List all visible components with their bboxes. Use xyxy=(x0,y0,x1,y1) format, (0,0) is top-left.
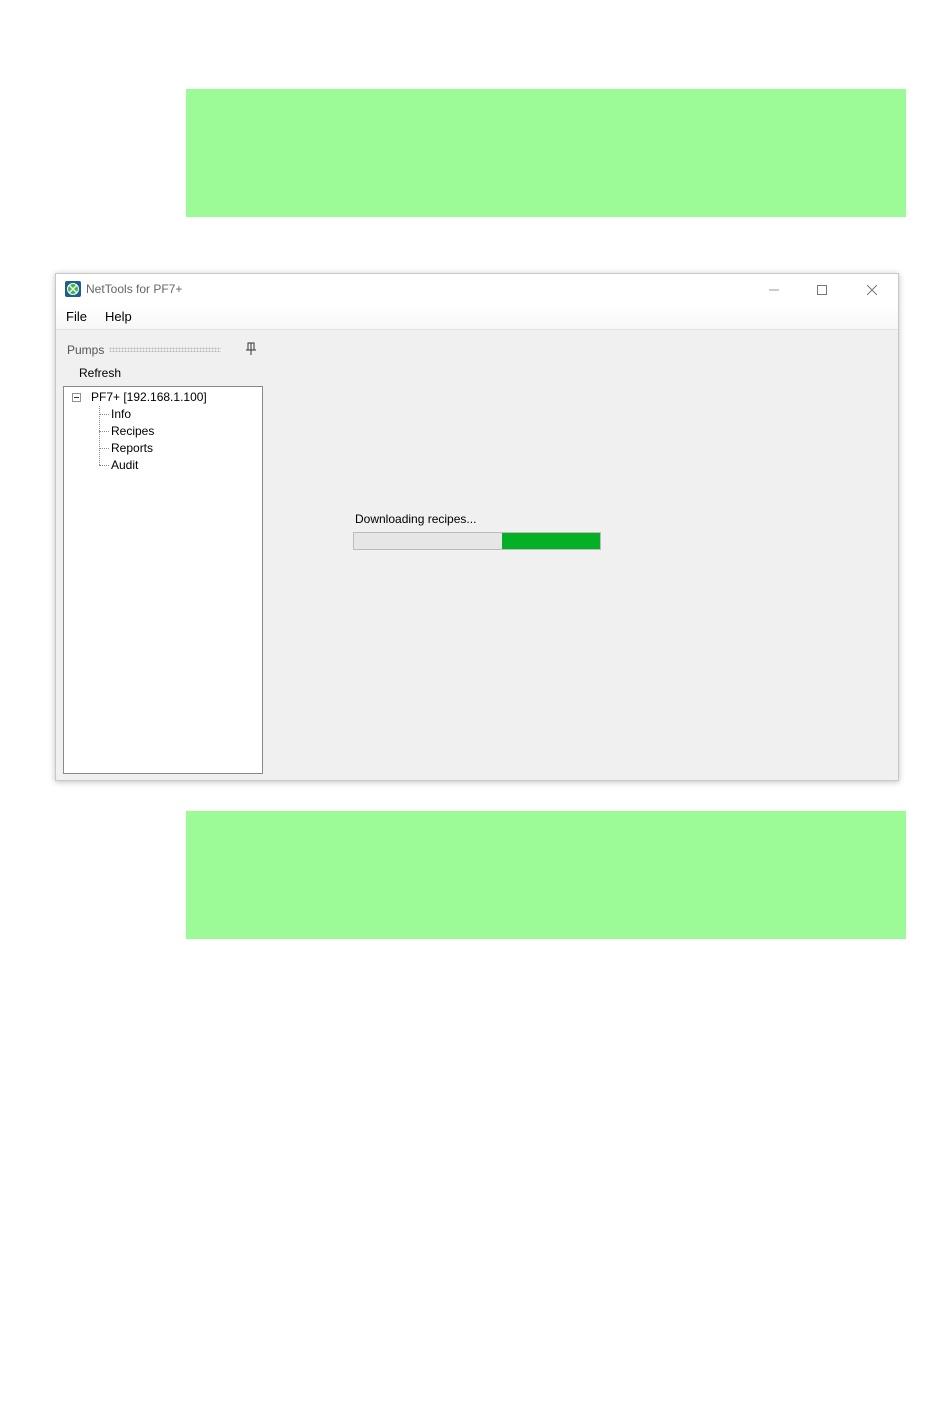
tree-node-audit[interactable]: Audit xyxy=(99,457,219,473)
progress-bar xyxy=(353,532,601,550)
minimize-button[interactable] xyxy=(750,274,798,305)
close-button[interactable] xyxy=(848,274,896,305)
progress-fill xyxy=(502,533,600,549)
tree-node-info-label: Info xyxy=(111,407,132,421)
progress-message: Downloading recipes... xyxy=(355,512,477,526)
maximize-icon xyxy=(817,284,827,295)
pump-tree: PF7+ [192.168.1.100] Info Recipes Report… xyxy=(63,386,263,774)
tree-connector xyxy=(99,431,109,432)
tree-node-pump-label: PF7+ [192.168.1.100] xyxy=(91,390,207,404)
app-window: NetTools for PF7+ File Help Pumps Refres… xyxy=(55,273,899,781)
tree-connector xyxy=(99,414,109,415)
collapse-icon[interactable] xyxy=(72,393,81,402)
menu-bar: File Help xyxy=(56,305,898,330)
highlight-block-top xyxy=(186,89,906,217)
pane-header[interactable]: Pumps xyxy=(63,338,263,360)
close-icon xyxy=(867,284,877,295)
tree-node-audit-label: Audit xyxy=(111,458,139,472)
minimize-icon xyxy=(769,289,779,290)
pane-grip xyxy=(109,347,221,352)
tree-node-recipes[interactable]: Recipes xyxy=(99,423,219,439)
tree-node-pump[interactable]: PF7+ [192.168.1.100] xyxy=(72,389,222,405)
window-title: NetTools for PF7+ xyxy=(86,282,183,296)
refresh-button[interactable]: Refresh xyxy=(79,366,121,380)
pane-title: Pumps xyxy=(67,343,105,357)
tree-connector xyxy=(99,448,109,449)
menu-help[interactable]: Help xyxy=(105,309,132,324)
title-bar[interactable]: NetTools for PF7+ xyxy=(56,274,898,305)
tree-node-reports[interactable]: Reports xyxy=(99,440,219,456)
tree-node-reports-label: Reports xyxy=(111,441,154,455)
pumps-pane: Pumps Refresh PF7+ [192.168.1.100] Info xyxy=(63,338,263,774)
tree-node-info[interactable]: Info xyxy=(99,406,219,422)
maximize-button[interactable] xyxy=(798,274,846,305)
highlight-block-bottom xyxy=(186,811,906,939)
tree-connector xyxy=(99,465,109,466)
progress-dialog: Downloading recipes... xyxy=(343,500,609,560)
app-icon xyxy=(65,281,81,297)
tree-node-recipes-label: Recipes xyxy=(111,424,155,438)
pin-icon[interactable] xyxy=(245,342,257,356)
menu-file[interactable]: File xyxy=(66,309,87,324)
